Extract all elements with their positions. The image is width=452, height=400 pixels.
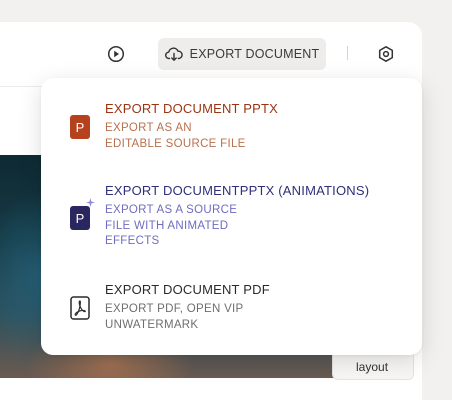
desc-line: EFFECTS xyxy=(105,235,160,247)
desc-line: UNWATERMARK xyxy=(105,318,199,331)
toolbar: EXPORT DOCUMENT xyxy=(0,22,422,86)
powerpoint-badge: P xyxy=(70,206,90,230)
settings-button[interactable] xyxy=(374,42,398,66)
sparkle-icon xyxy=(86,198,95,207)
export-pdf-desc: EXPORT PDF, OPEN VIP UNWATERMARK xyxy=(105,302,244,333)
export-pptx-desc: EXPORT AS AN EDITABLE SOURCE FILE xyxy=(105,121,246,152)
desc-line: EXPORT PDF, OPEN VIP xyxy=(105,303,244,315)
toolbar-divider xyxy=(347,46,348,60)
play-circle-icon xyxy=(107,45,125,63)
export-document-button[interactable]: EXPORT DOCUMENT xyxy=(158,38,326,70)
powerpoint-badge: P xyxy=(70,115,90,139)
export-pptx-animations-title: EXPORT DOCUMENTPPTX (ANIMATIONS) xyxy=(105,183,370,198)
desc-line: FILE WITH ANIMATED xyxy=(105,219,229,232)
pdf-icon xyxy=(70,296,92,320)
hexagon-settings-icon xyxy=(378,46,394,62)
powerpoint-icon: P xyxy=(70,115,92,139)
desc-line: EXPORT AS A SOURCE xyxy=(105,204,238,216)
export-dropdown-menu: P EXPORT DOCUMENT PPTX EXPORT AS AN EDIT… xyxy=(41,78,422,355)
desc-line: EXPORT AS AN xyxy=(105,122,192,134)
export-pptx-animations-desc: EXPORT AS A SOURCE FILE WITH ANIMATED EF… xyxy=(105,203,237,250)
layout-label: layout xyxy=(356,360,389,374)
export-pptx-title: EXPORT DOCUMENT PPTX xyxy=(105,101,279,116)
powerpoint-animated-icon: P xyxy=(70,198,95,230)
cloud-download-icon xyxy=(164,47,183,61)
desc-line: EDITABLE SOURCE FILE xyxy=(105,137,246,150)
export-pptx-animations-item[interactable]: P EXPORT DOCUMENTPPTX (ANIMATIONS) EXPOR… xyxy=(41,168,422,268)
export-pdf-item[interactable]: EXPORT DOCUMENT PDF EXPORT PDF, OPEN VIP… xyxy=(41,268,422,355)
play-button[interactable] xyxy=(104,42,128,66)
export-pdf-title: EXPORT DOCUMENT PDF xyxy=(105,282,270,297)
export-document-label: EXPORT DOCUMENT xyxy=(189,47,320,61)
export-pptx-item[interactable]: P EXPORT DOCUMENT PPTX EXPORT AS AN EDIT… xyxy=(41,78,422,168)
